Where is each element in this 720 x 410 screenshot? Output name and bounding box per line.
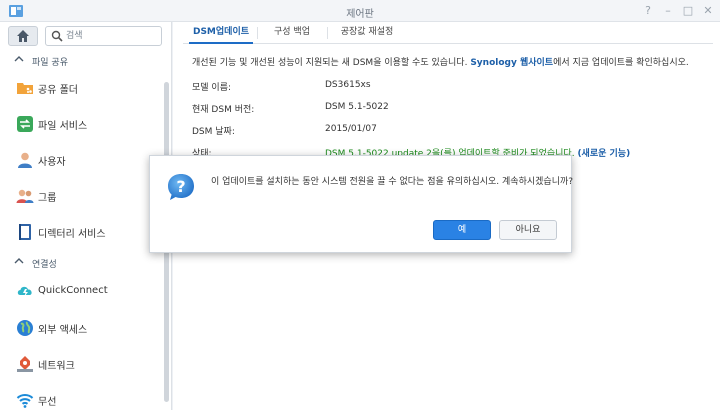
sidebar-item-directory-service[interactable]: 디렉터리 서비스 xyxy=(0,214,166,250)
yes-button[interactable]: 예 xyxy=(433,220,491,240)
model-name-label: 모델 이름: xyxy=(192,83,232,93)
description-text: 에서 지금 업데이트를 확인하십시오. xyxy=(553,58,689,68)
sidebar-item-external-access[interactable]: 외부 액세스 xyxy=(0,310,166,346)
dsm-date-label: DSM 날짜: xyxy=(192,127,235,137)
sidebar-item-group[interactable]: 그룹 xyxy=(0,178,166,214)
shared-folder-icon xyxy=(17,83,33,94)
network-icon xyxy=(17,356,33,372)
globe-icon xyxy=(17,320,33,336)
title-bar: 제어판 ? – □ ✕ xyxy=(0,0,720,22)
sidebar-item-label: 디렉터리 서비스 xyxy=(38,229,106,240)
section-connectivity[interactable]: 연결성 xyxy=(0,252,172,272)
sidebar-item-user[interactable]: 사용자 xyxy=(0,142,166,178)
no-button[interactable]: 아니요 xyxy=(499,220,557,240)
minimize-icon[interactable]: – xyxy=(660,3,676,19)
svg-text:?: ? xyxy=(176,177,185,196)
question-icon: ? xyxy=(168,174,194,200)
dialog-message: 이 업데이트를 설치하는 동안 시스템 전원을 끌 수 없다는 점을 유의하십시… xyxy=(211,177,574,187)
chevron-up-icon xyxy=(14,258,24,264)
window-title: 제어판 xyxy=(346,9,374,20)
tab-separator xyxy=(327,27,328,39)
whats-new-link[interactable]: (새로운 기능) xyxy=(577,149,630,159)
chevron-up-icon xyxy=(14,56,24,62)
quickconnect-icon xyxy=(17,286,32,297)
user-icon xyxy=(18,152,32,168)
sidebar-item-label: QuickConnect xyxy=(38,285,108,296)
sidebar-item-wireless[interactable]: 무선 xyxy=(0,382,166,410)
sidebar-item-label: 공유 폴더 xyxy=(38,85,78,96)
tab-factory-reset[interactable]: 공장값 재설정 xyxy=(331,22,403,44)
section-file-sharing[interactable]: 파일 공유 xyxy=(0,50,172,70)
tab-separator xyxy=(257,27,258,39)
group-icon xyxy=(16,189,34,203)
file-services-icon xyxy=(17,116,33,132)
dsm-version-value: DSM 5.1-5022 xyxy=(325,102,389,112)
home-icon xyxy=(17,30,29,42)
search-icon xyxy=(51,30,63,42)
sidebar-item-label: 무선 xyxy=(38,397,57,408)
dsm-date-value: 2015/01/07 xyxy=(325,124,377,134)
sidebar-item-label: 외부 액세스 xyxy=(38,325,88,336)
home-button[interactable] xyxy=(8,26,38,46)
description-text: 개선된 기능 및 개선된 성능이 지원되는 새 DSM을 이용할 수도 있습니다… xyxy=(192,58,471,68)
sidebar-item-quickconnect[interactable]: QuickConnect xyxy=(0,274,166,310)
sidebar-item-network[interactable]: 네트워크 xyxy=(0,346,166,382)
sidebar: 파일 공유 공유 폴더 파일 서비스 사용자 그룹 xyxy=(0,22,172,410)
tab-bar: DSM업데이트 구성 백업 공장값 재설정 xyxy=(183,22,713,44)
tab-dsm-update[interactable]: DSM업데이트 xyxy=(189,22,253,44)
update-description: 개선된 기능 및 개선된 성능이 지원되는 새 DSM을 이용할 수도 있습니다… xyxy=(192,55,689,68)
sidebar-item-shared-folder[interactable]: 공유 폴더 xyxy=(0,70,166,106)
sidebar-item-file-services[interactable]: 파일 서비스 xyxy=(0,106,166,142)
search-box[interactable] xyxy=(45,26,162,46)
help-icon[interactable]: ? xyxy=(640,3,656,19)
dsm-version-label: 현재 DSM 버전: xyxy=(192,105,255,115)
sidebar-item-label: 사용자 xyxy=(38,157,66,168)
confirm-dialog: ? 이 업데이트를 설치하는 동안 시스템 전원을 끌 수 없다는 점을 유의하… xyxy=(149,155,574,253)
sidebar-item-label: 그룹 xyxy=(38,193,57,204)
search-input[interactable] xyxy=(66,29,158,43)
model-name-value: DS3615xs xyxy=(325,80,371,90)
close-icon[interactable]: ✕ xyxy=(700,3,716,19)
maximize-icon[interactable]: □ xyxy=(680,3,696,19)
section-label: 파일 공유 xyxy=(32,58,68,68)
directory-service-icon xyxy=(19,224,31,240)
sidebar-item-label: 네트워크 xyxy=(38,361,75,372)
synology-website-link[interactable]: Synology 웹사이트 xyxy=(470,58,553,68)
section-label: 연결성 xyxy=(32,260,57,270)
tab-config-backup[interactable]: 구성 백업 xyxy=(261,22,323,44)
sidebar-item-label: 파일 서비스 xyxy=(38,121,88,132)
wifi-icon xyxy=(16,394,34,408)
